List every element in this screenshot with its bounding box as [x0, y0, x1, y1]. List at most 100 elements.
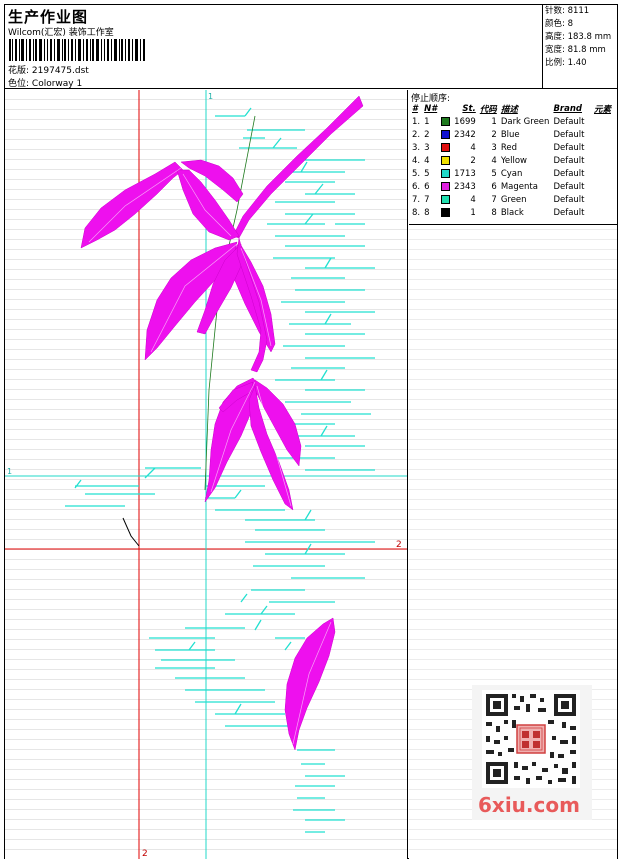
row-index: 5. [412, 168, 421, 179]
colorway-line: 色位: Colorway 1 [8, 76, 82, 89]
studio-name: Wilcom(汇宏) 装饰工作室 [8, 28, 114, 38]
col-stitches: St. [462, 103, 476, 114]
worksheet-frame: 生产作业图 Wilcom(汇宏) 装饰工作室 花版: 2197475.dst 色… [4, 4, 618, 859]
col-element: 元素 [593, 104, 611, 115]
design-width: 宽度: 81.8 mm [545, 45, 606, 55]
thread-row: 5. 5 1713 5 Cyan Default [410, 167, 613, 180]
thread-row: 3. 3 4 3 Red Default [410, 141, 613, 154]
row-swatch [439, 206, 452, 219]
row-element [592, 154, 613, 167]
stop-sequence: 停止顺序: # N# St. 代码 描述 Brand 元素 1. 1 1699 1 Da… [409, 90, 617, 225]
design-height: 高度: 183.8 mm [545, 32, 612, 42]
row-swatch [439, 128, 452, 141]
branch-stem-top [232, 95, 364, 239]
row-stitches: 2342 [454, 129, 476, 140]
colorway-label: 色位: [8, 79, 30, 89]
row-code: 5 [491, 168, 497, 179]
colorway-value: Colorway 1 [31, 79, 83, 89]
row-desc: Black [500, 207, 524, 218]
row-desc: Yellow [500, 155, 527, 166]
row-code: 4 [491, 155, 497, 166]
row-swatch [439, 141, 452, 154]
row-swatch [439, 180, 452, 193]
thread-row: 8. 8 1 8 Black Default [410, 206, 613, 219]
row-desc: Blue [500, 129, 520, 140]
col-desc: 描述 [500, 104, 518, 115]
row-swatch [439, 154, 452, 167]
row-brand: Default [553, 181, 585, 192]
row-desc: Red [500, 142, 517, 153]
page-title: 生产作业图 [8, 8, 89, 26]
row-code: 3 [491, 142, 497, 153]
color-swatch [441, 168, 451, 178]
col-number: N# [424, 103, 438, 114]
row-swatch [439, 193, 452, 206]
row-number: 5 [424, 168, 430, 179]
design-file-value: 2197475.dst [31, 66, 89, 76]
row-index: 3. [412, 142, 421, 153]
row-swatch [439, 115, 452, 128]
row-number: 1 [424, 116, 430, 127]
seal-stamp [516, 724, 546, 754]
row-desc: Green [500, 194, 527, 205]
header: 生产作业图 Wilcom(汇宏) 装饰工作室 花版: 2197475.dst 色… [5, 5, 617, 89]
guide-marker-top: 1 [208, 92, 213, 101]
row-stitches: 4 [470, 194, 476, 205]
row-code: 1 [491, 116, 497, 127]
col-code: 代码 [479, 104, 497, 115]
row-element [592, 167, 613, 180]
row-code: 7 [491, 194, 497, 205]
row-stitches: 1 [470, 207, 476, 218]
row-code: 8 [491, 207, 497, 218]
thread-table-header: # N# St. 代码 描述 Brand 元素 [410, 102, 613, 115]
color-swatch [441, 129, 451, 139]
jump-stitch [122, 517, 140, 547]
row-index: 6. [412, 181, 421, 192]
row-brand: Default [553, 168, 585, 179]
row-index: 8. [412, 207, 421, 218]
row-code: 6 [491, 181, 497, 192]
thread-row: 7. 7 4 7 Green Default [410, 193, 613, 206]
row-element [592, 193, 613, 206]
col-brand: Brand [553, 103, 582, 114]
row-number: 8 [424, 207, 430, 218]
thread-row: 6. 6 2343 6 Magenta Default [410, 180, 613, 193]
color-count: 颜色: 8 [545, 19, 573, 29]
color-swatch [441, 116, 451, 126]
row-brand: Default [553, 129, 585, 140]
guide-marker-left: 1 [7, 467, 12, 476]
design-scale: 比例: 1.40 [545, 58, 587, 68]
color-swatch [441, 194, 451, 204]
qr-code [482, 690, 580, 788]
row-stitches: 1699 [454, 116, 476, 127]
row-desc: Magenta [500, 181, 538, 192]
row-stitches: 4 [470, 142, 476, 153]
color-swatch [441, 155, 451, 165]
row-number: 7 [424, 194, 430, 205]
row-brand: Default [553, 155, 585, 166]
thread-table: # N# St. 代码 描述 Brand 元素 1. 1 1699 1 Dark Gre… [410, 102, 613, 219]
stats-panel: 针数: 8111 颜色: 8 高度: 183.8 mm 宽度: 81.8 mm … [542, 5, 617, 89]
row-desc: Dark Green [500, 116, 550, 127]
row-code: 2 [491, 129, 497, 140]
row-index: 7. [412, 194, 421, 205]
embroidery-preview: 1 1 2 2 [5, 90, 407, 859]
row-brand: Default [553, 116, 585, 127]
row-element [592, 180, 613, 193]
row-element [592, 115, 613, 128]
row-index: 2. [412, 129, 421, 140]
row-desc: Cyan [500, 168, 523, 179]
guide-marker-right: 2 [396, 540, 402, 550]
color-swatch [441, 142, 451, 152]
guide-marker-bottom: 2 [142, 849, 148, 859]
thread-row: 4. 4 2 4 Yellow Default [410, 154, 613, 167]
design-file-line: 花版: 2197475.dst [8, 63, 89, 76]
row-brand: Default [553, 194, 585, 205]
row-index: 4. [412, 155, 421, 166]
row-element [592, 128, 613, 141]
row-index: 1. [412, 116, 421, 127]
col-swatch [439, 102, 452, 115]
row-number: 4 [424, 155, 430, 166]
row-swatch [439, 167, 452, 180]
thread-row: 2. 2 2342 2 Blue Default [410, 128, 613, 141]
